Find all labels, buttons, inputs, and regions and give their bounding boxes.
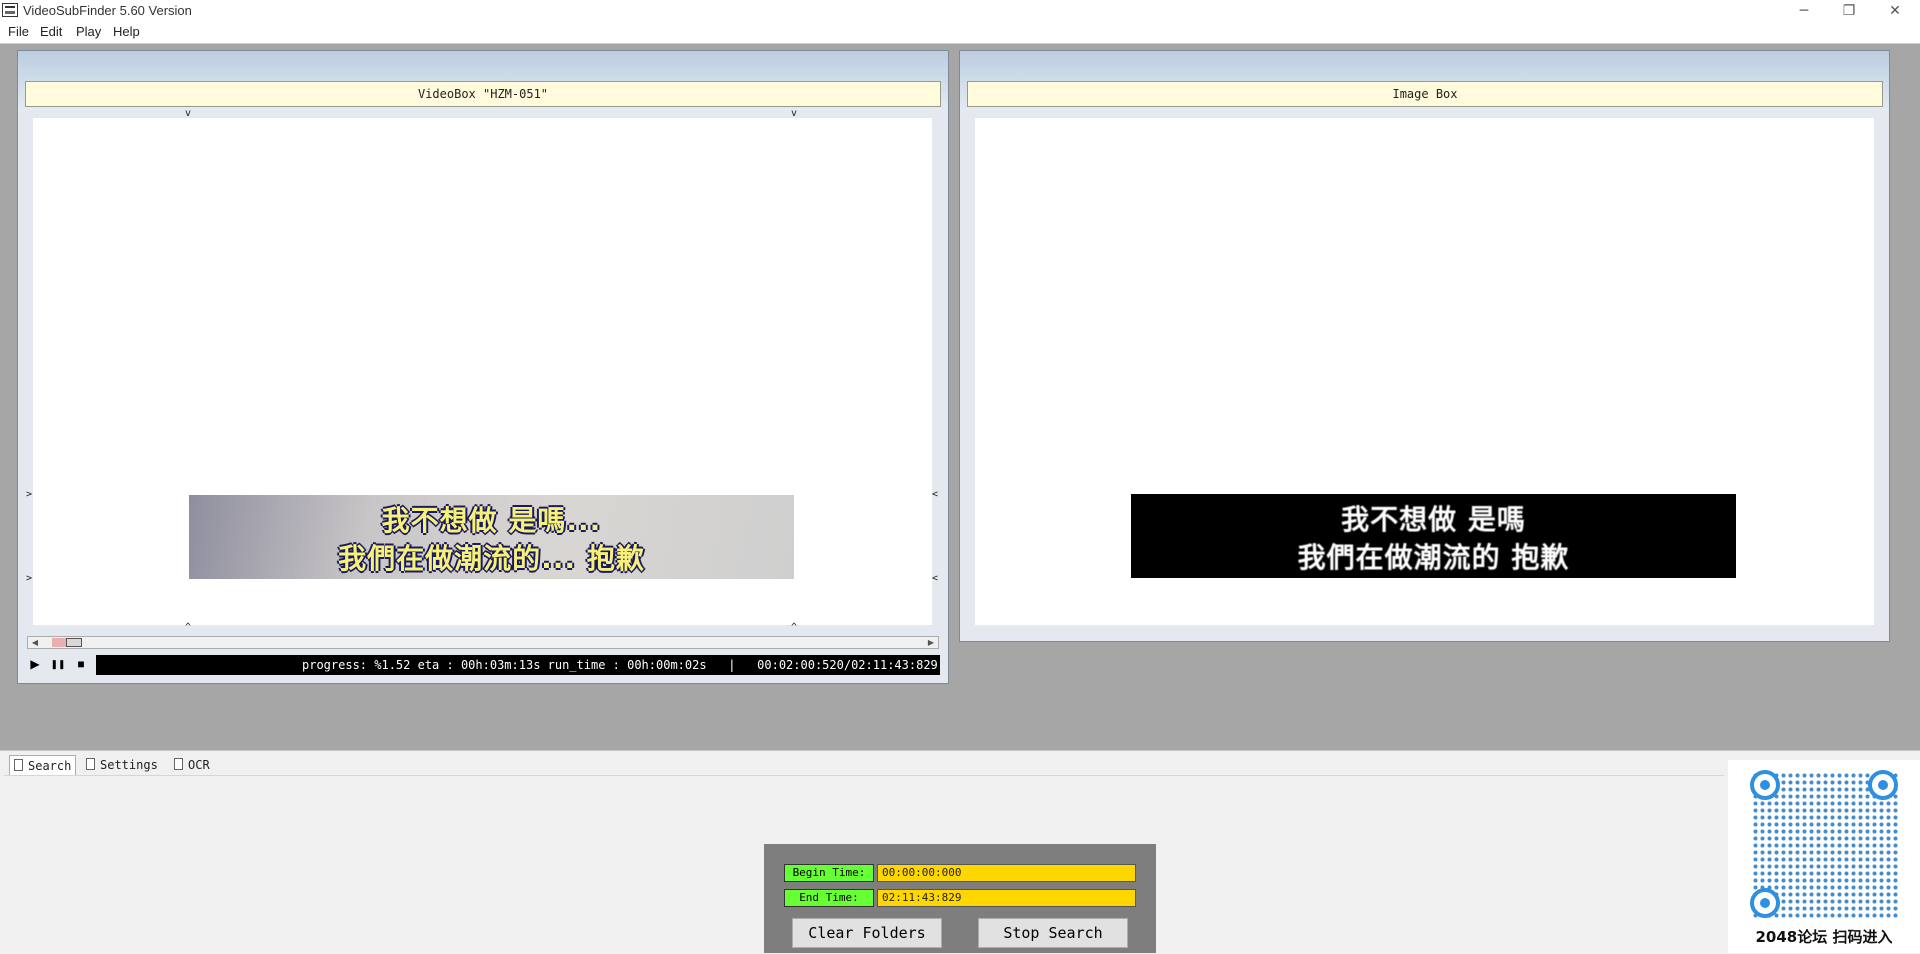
qr-caption: 2048论坛 扫码进入	[1755, 928, 1893, 946]
timeline-thumb[interactable]	[66, 638, 82, 647]
binary-line-1: 我不想做 是嗎	[1341, 503, 1526, 536]
marker-right-lower[interactable]: <	[932, 574, 938, 584]
stop-button[interactable]: ■	[73, 656, 89, 672]
qr-finder-top-right	[1868, 770, 1898, 800]
scroll-right-icon[interactable]: ▶	[924, 637, 938, 648]
pause-button[interactable]: ❚❚	[50, 656, 66, 672]
menu-file[interactable]: File	[8, 24, 29, 39]
menu-edit[interactable]: Edit	[40, 24, 62, 39]
marker-bottom-right[interactable]: ^	[791, 623, 797, 633]
binary-subtitle-image: 我不想做 是嗎 我們在做潮流的 抱歉	[1131, 494, 1736, 578]
menu-play[interactable]: Play	[76, 24, 101, 39]
qr-finder-bottom-left	[1750, 888, 1780, 918]
document-icon	[174, 758, 183, 770]
qr-finder-top-left	[1750, 770, 1780, 800]
progress-status: progress: %1.52 eta : 00h:03m:13s run_ti…	[96, 655, 940, 675]
marker-left-upper[interactable]: >	[26, 490, 32, 500]
document-icon	[86, 758, 95, 770]
menu-bar: File Edit Play Help	[0, 22, 1920, 44]
marker-left-lower[interactable]: >	[26, 574, 32, 584]
binary-line-2: 我們在做潮流的 抱歉	[1297, 541, 1570, 574]
marker-right-upper[interactable]: <	[932, 490, 938, 500]
tab-settings[interactable]: Settings	[82, 755, 162, 775]
tab-ocr-label: OCR	[188, 758, 210, 772]
close-button[interactable]: ✕	[1872, 0, 1918, 22]
search-controls: Begin Time: 00:00:00:000 End Time: 02:11…	[764, 844, 1156, 953]
scroll-left-icon[interactable]: ◀	[28, 637, 42, 648]
marker-bottom-left[interactable]: ^	[185, 623, 191, 633]
video-subtitle-frame: 我不想做 是嗎... 我們在做潮流的... 抱歉	[189, 495, 794, 579]
image-box-header: Image Box	[967, 81, 1883, 107]
begin-time-label: Begin Time:	[784, 864, 874, 882]
timeline-position-mark	[52, 638, 66, 647]
subtitle-line-2: 我們在做潮流的... 抱歉	[338, 542, 645, 575]
video-box-header: VideoBox "HZM-051"	[25, 81, 941, 107]
end-time-label: End Time:	[784, 889, 874, 907]
clear-folders-button[interactable]: Clear Folders	[792, 918, 942, 948]
video-timeline-scrollbar[interactable]: ◀ ▶	[27, 636, 939, 649]
menu-help[interactable]: Help	[113, 24, 140, 39]
tab-divider	[4, 775, 1724, 776]
tab-ocr[interactable]: OCR	[170, 755, 220, 775]
tab-settings-label: Settings	[100, 758, 158, 772]
end-time-input[interactable]: 02:11:43:829	[877, 889, 1136, 907]
subtitle-line-1: 我不想做 是嗎...	[381, 504, 602, 537]
tab-search[interactable]: Search	[9, 755, 76, 775]
document-icon	[14, 759, 23, 771]
minimize-button[interactable]: ─	[1781, 0, 1827, 22]
restore-button[interactable]: ❐	[1826, 0, 1872, 22]
title-bar: VideoSubFinder 5.60 Version ─ ❐ ✕	[0, 0, 1920, 22]
stop-search-button[interactable]: Stop Search	[978, 918, 1128, 948]
play-button[interactable]: ▶	[27, 656, 43, 672]
app-icon	[2, 3, 18, 17]
marker-top-left[interactable]: v	[185, 109, 191, 119]
qr-code-overlay[interactable]: 2048论坛 扫码进入	[1728, 760, 1920, 953]
begin-time-input[interactable]: 00:00:00:000	[877, 864, 1136, 882]
marker-top-right[interactable]: v	[791, 109, 797, 119]
window-title: VideoSubFinder 5.60 Version	[23, 3, 192, 18]
tab-search-label: Search	[28, 759, 72, 773]
